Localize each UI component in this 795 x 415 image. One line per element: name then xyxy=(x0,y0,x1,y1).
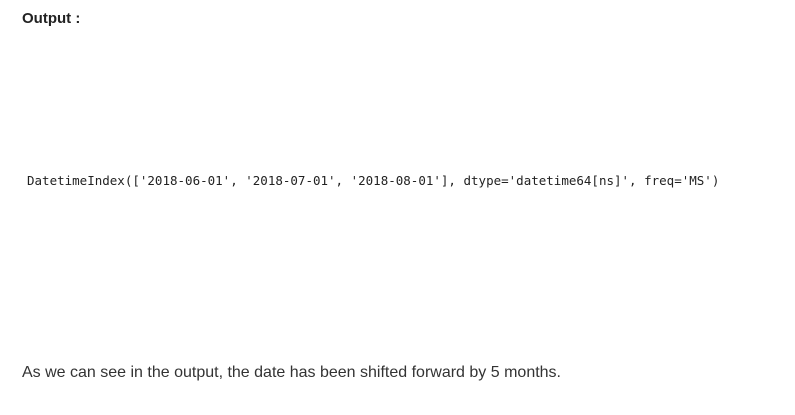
output-heading: Output : xyxy=(22,10,81,27)
explanation-paragraph: As we can see in the output, the date ha… xyxy=(22,364,561,381)
code-output: DatetimeIndex(['2018-06-01', '2018-07-01… xyxy=(27,173,720,188)
